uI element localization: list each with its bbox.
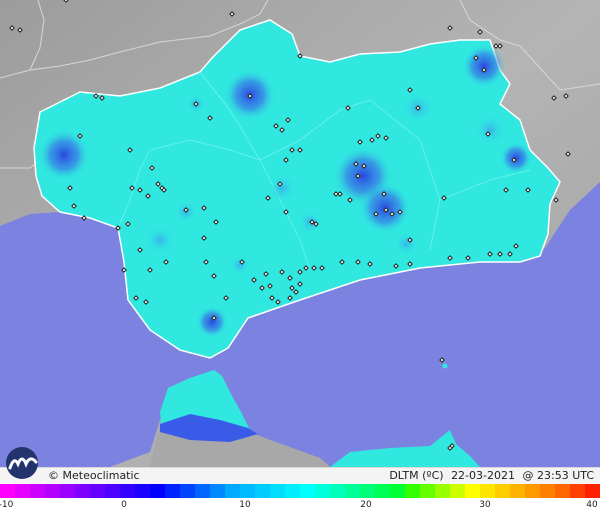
- colorbar-swatch: [75, 484, 90, 498]
- colorbar-swatch: [480, 484, 495, 498]
- map-caption: DLTM (ºC) 22-03-2021 @ 23:53 UTC: [389, 469, 594, 482]
- colorbar-swatch: [150, 484, 165, 498]
- colorbar-swatch: [465, 484, 480, 498]
- meteoclimatic-logo: [6, 447, 38, 479]
- colorbar-swatch: [525, 484, 540, 498]
- colorbar-swatch: [255, 484, 270, 498]
- map-footer: © Meteoclimatic DLTM (ºC) 22-03-2021 @ 2…: [0, 467, 600, 484]
- colorbar-swatch: [45, 484, 60, 498]
- temperature-colorbar: [0, 484, 600, 498]
- colorbar-swatch: [420, 484, 435, 498]
- colorbar-swatch: [105, 484, 120, 498]
- colorbar-swatch: [300, 484, 315, 498]
- colorbar-swatch: [270, 484, 285, 498]
- time-label: @ 23:53 UTC: [522, 469, 595, 482]
- colorbar-swatch: [30, 484, 45, 498]
- colorbar-swatch: [165, 484, 180, 498]
- alboran-island: [442, 363, 448, 369]
- credit-label: © Meteoclimatic: [48, 469, 140, 482]
- colorbar-swatch: [240, 484, 255, 498]
- temperature-map: [0, 0, 600, 467]
- colorbar-swatch: [495, 484, 510, 498]
- tick-label: -10: [0, 500, 14, 510]
- colorbar-swatch: [540, 484, 555, 498]
- colorbar-swatch: [135, 484, 150, 498]
- colorbar-swatch: [405, 484, 420, 498]
- colorbar-swatch: [315, 484, 330, 498]
- tick-label: 10: [239, 500, 251, 510]
- colorbar-swatch: [195, 484, 210, 498]
- colorbar-swatch: [90, 484, 105, 498]
- colorbar-swatch: [345, 484, 360, 498]
- colorbar-swatch: [555, 484, 570, 498]
- colorbar-swatch: [450, 484, 465, 498]
- colorbar-swatch: [120, 484, 135, 498]
- colorbar-swatch: [285, 484, 300, 498]
- colorbar-swatch: [510, 484, 525, 498]
- colorbar-swatch: [15, 484, 30, 498]
- colorbar-swatch: [360, 484, 375, 498]
- colorbar-swatch: [180, 484, 195, 498]
- tick-label: 30: [479, 500, 491, 510]
- colorbar-swatch: [0, 484, 15, 498]
- colorbar-swatch: [390, 484, 405, 498]
- colorbar-swatch: [375, 484, 390, 498]
- colorbar-swatch: [225, 484, 240, 498]
- tick-label: 40: [586, 500, 598, 510]
- colorbar-swatch: [435, 484, 450, 498]
- tick-label: 20: [360, 500, 372, 510]
- variable-label: DLTM (ºC): [389, 469, 444, 482]
- colorbar-swatch: [210, 484, 225, 498]
- colorbar-ticks: -10 0 10 20 30 40: [0, 498, 600, 517]
- colorbar-swatch: [570, 484, 585, 498]
- date-label: 22-03-2021: [451, 469, 515, 482]
- colorbar-swatch: [330, 484, 345, 498]
- colorbar-swatch: [585, 484, 600, 498]
- colorbar-swatch: [60, 484, 75, 498]
- tick-label: 0: [121, 500, 127, 510]
